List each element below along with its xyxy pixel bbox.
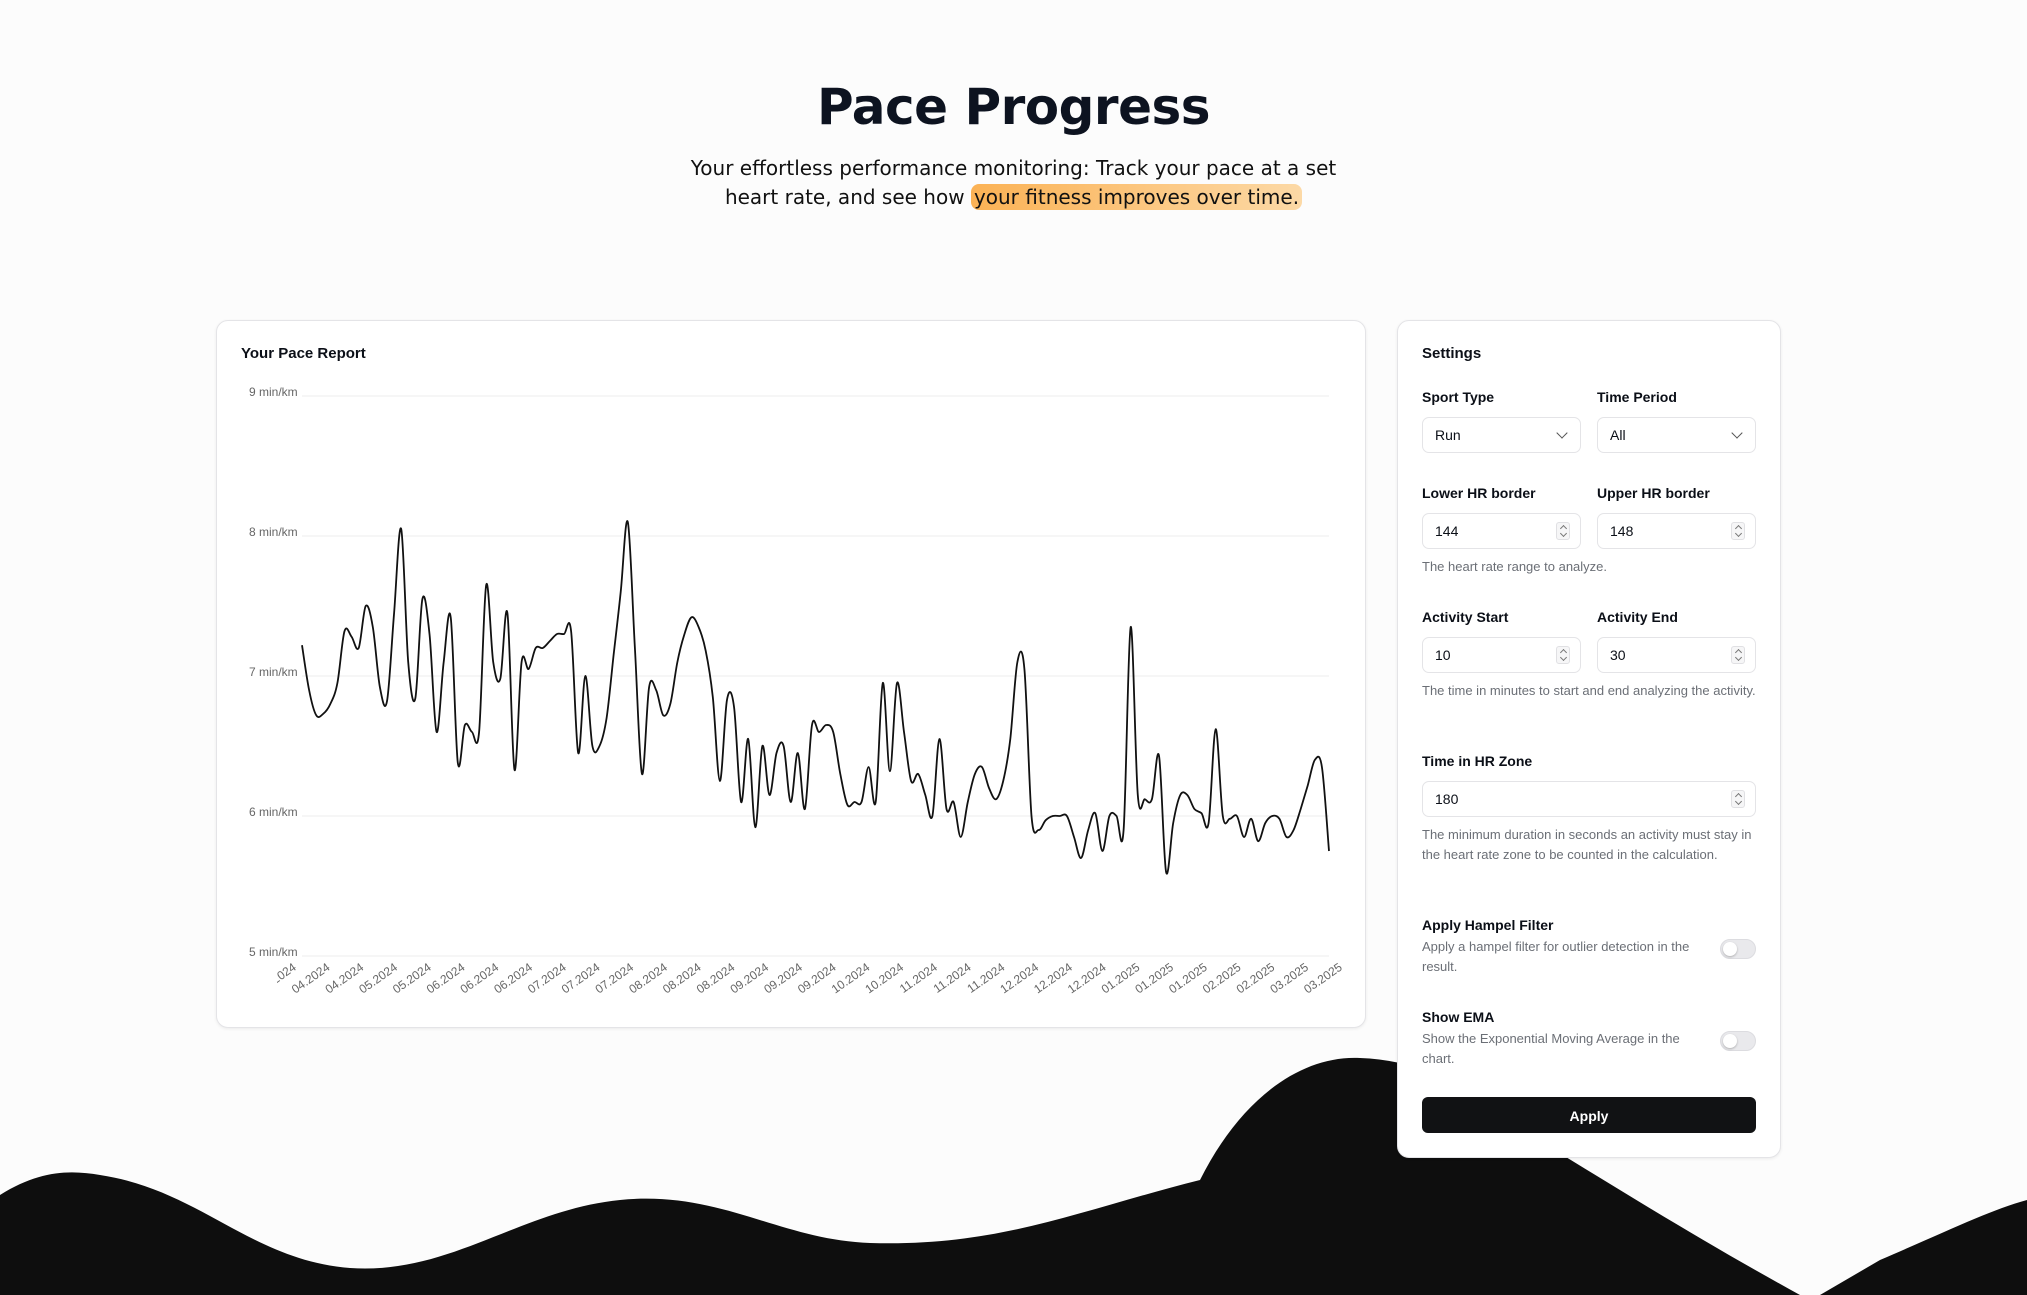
x-tick-label: 11.2024 (897, 960, 940, 996)
upper-hr-input[interactable]: 148 (1597, 513, 1756, 549)
hero: Pace Progress Your effortless performanc… (0, 78, 2027, 212)
sport-type-select[interactable]: Run (1422, 417, 1581, 453)
lower-hr-input[interactable]: 144 (1422, 513, 1581, 549)
stepper-icon[interactable] (1556, 522, 1570, 540)
activity-start-input[interactable]: 10 (1422, 637, 1581, 673)
toggle-knob (1723, 942, 1737, 956)
toggle-knob (1723, 1034, 1737, 1048)
chevron-down-icon (1556, 427, 1568, 439)
activity-end-input[interactable]: 30 (1597, 637, 1756, 673)
y-tick-label: 5 min/km (249, 945, 298, 959)
y-tick-label: 9 min/km (249, 385, 298, 399)
subtitle-highlight: your fitness improves over time. (970, 184, 1303, 210)
lower-hr-value: 144 (1435, 523, 1459, 539)
hampel-label: Apply Hampel Filter (1422, 917, 1554, 933)
time-period-value: All (1610, 427, 1626, 443)
pace-series-line (301, 520, 1330, 875)
time-period-select[interactable]: All (1597, 417, 1756, 453)
activity-start-label: Activity Start (1422, 609, 1509, 625)
upper-hr-value: 148 (1610, 523, 1634, 539)
y-tick-label: 7 min/km (249, 665, 298, 679)
hampel-help-text: Apply a hampel filter for outlier detect… (1422, 939, 1690, 974)
sport-type-label: Sport Type (1422, 389, 1495, 405)
activity-end-value: 30 (1610, 647, 1626, 663)
ema-label: Show EMA (1422, 1009, 1495, 1025)
pace-chart: 9 min/km 8 min/km 7 min/km 6 min/km 5 min/km… (249, 385, 1345, 997)
y-tick-label: 6 min/km (249, 805, 298, 819)
lower-hr-label: Lower HR border (1422, 485, 1536, 501)
activity-end-label: Activity End (1597, 609, 1678, 625)
zone-help-text: The minimum duration in seconds an activ… (1422, 827, 1752, 862)
y-tick-label: 8 min/km (249, 525, 298, 539)
upper-hr-label: Upper HR border (1597, 485, 1710, 501)
page-subtitle: Your effortless performance monitoring: … (684, 154, 1344, 212)
pace-report-card: Your Pace Report 9 min/km 8 min/km 7 min/k… (216, 320, 1366, 1028)
stepper-icon[interactable] (1731, 646, 1745, 664)
hampel-toggle[interactable] (1720, 939, 1756, 959)
x-tick-label: 11.2024 (931, 960, 974, 996)
sport-type-value: Run (1435, 427, 1461, 443)
settings-card: Settings Sport Type Run Time Period All … (1397, 320, 1781, 1158)
time-in-zone-value: 180 (1435, 791, 1459, 807)
ema-toggle[interactable] (1720, 1031, 1756, 1051)
activity-help-text: The time in minutes to start and end ana… (1422, 683, 1756, 698)
stepper-icon[interactable] (1731, 522, 1745, 540)
x-tick-label: 10.2024 (863, 960, 907, 997)
x-tick-label: 03.2025 (1301, 960, 1345, 997)
stepper-icon[interactable] (1556, 646, 1570, 664)
settings-title: Settings (1422, 345, 1482, 362)
hr-help-text: The heart rate range to analyze. (1422, 559, 1608, 574)
stepper-icon[interactable] (1731, 790, 1745, 808)
time-in-zone-label: Time in HR Zone (1422, 753, 1533, 769)
activity-start-value: 10 (1435, 647, 1451, 663)
time-period-label: Time Period (1597, 389, 1677, 405)
page-title: Pace Progress (816, 78, 1211, 136)
time-in-zone-input[interactable]: 180 (1422, 781, 1756, 817)
apply-button[interactable]: Apply (1422, 1097, 1756, 1133)
ema-help-text: Show the Exponential Moving Average in t… (1422, 1031, 1680, 1066)
chevron-down-icon (1731, 427, 1743, 439)
